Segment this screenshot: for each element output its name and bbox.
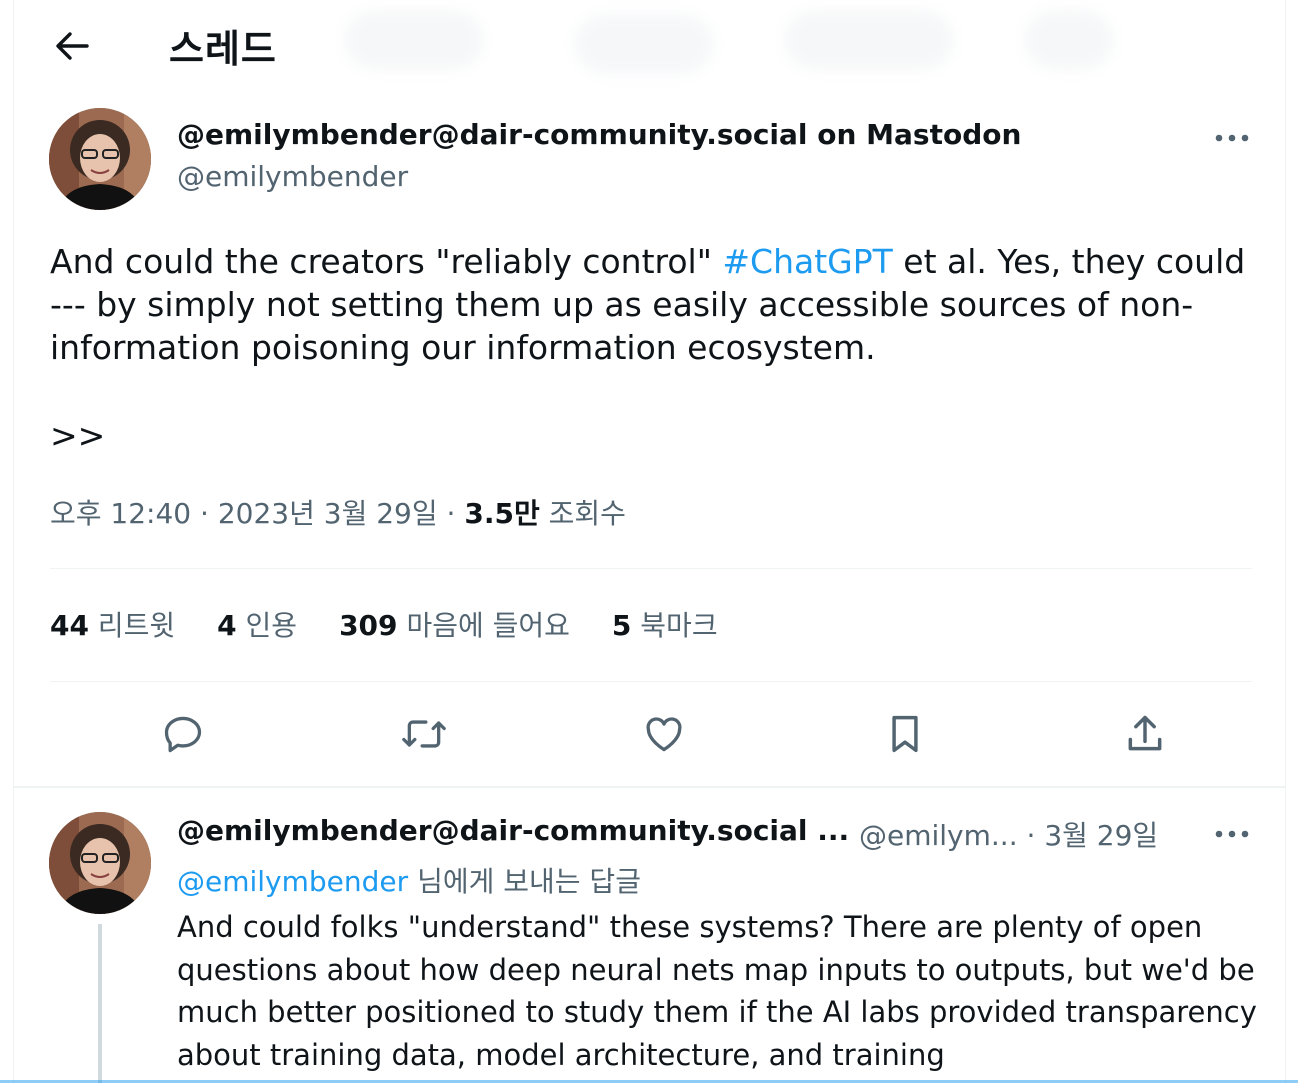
heart-icon — [646, 717, 682, 752]
reply-author-display-name[interactable]: @emilymbender@dair-community.social ... — [177, 814, 849, 847]
more-options-button[interactable] — [1210, 116, 1254, 160]
stat-value: 44 — [50, 609, 89, 642]
reply-more-options-button[interactable] — [1210, 812, 1254, 856]
blurred-nav-item — [344, 10, 484, 70]
bookmark-button[interactable] — [873, 702, 937, 766]
reply-date[interactable]: 3월 29일 — [1044, 819, 1158, 852]
blurred-nav-item — [784, 10, 954, 70]
tweet-text: And could the creators "reliably control… — [50, 240, 1250, 369]
stat-quotes[interactable]: 4 인용 — [217, 604, 297, 644]
author-display-name[interactable]: @emilymbender@dair-community.social on M… — [177, 118, 1021, 151]
stat-label: 북마크 — [640, 609, 718, 642]
profile-photo — [49, 108, 151, 210]
tweet-text-part: And could the creators "reliably control… — [50, 242, 723, 281]
divider — [14, 786, 1285, 788]
tweet-stats: 44 리트윗 4 인용 309 마음에 들어요 5 북마크 — [50, 604, 760, 644]
stat-label: 마음에 들어요 — [406, 609, 570, 642]
stat-label: 인용 — [245, 609, 298, 642]
tweet-meta: 오후 12:40 · 2023년 3월 29일 · 3.5만 조회수 — [50, 492, 626, 532]
divider — [50, 681, 1252, 682]
more-horizontal-icon — [1215, 134, 1249, 142]
share-button[interactable] — [1113, 702, 1177, 766]
replying-to-label: 님에게 보내는 답글 — [408, 865, 641, 898]
bookmark-icon — [892, 715, 918, 753]
thread-continuation: >> — [50, 416, 106, 455]
thread-header: 스레드 — [14, 0, 1285, 90]
thread-column: 스레드 @emilymbender@dair-community.social … — [13, 0, 1286, 1083]
stat-retweets[interactable]: 44 리트윗 — [50, 604, 175, 644]
reply-button[interactable] — [151, 702, 215, 766]
views-label: 조회수 — [548, 497, 626, 530]
profile-photo — [49, 812, 151, 914]
stat-value: 5 — [611, 609, 632, 642]
meta-separator: · — [446, 497, 465, 530]
arrow-left-icon — [56, 32, 89, 60]
meta-separator: · — [200, 497, 218, 530]
replying-to: @emilymbender 님에게 보내는 답글 — [177, 860, 641, 900]
divider — [50, 568, 1252, 569]
retweet-icon — [402, 720, 446, 748]
meta-separator: · — [1026, 819, 1045, 852]
reply-avatar[interactable] — [49, 812, 151, 914]
share-icon — [1128, 715, 1162, 751]
stat-value: 309 — [339, 609, 398, 642]
mention-link[interactable]: @emilymbender — [177, 865, 408, 898]
stat-likes[interactable]: 309 마음에 들어요 — [339, 604, 570, 644]
tweet-actions — [50, 702, 1252, 766]
reply-text: And could folks "understand" these syste… — [177, 910, 1257, 1072]
back-button[interactable] — [50, 24, 94, 68]
tweet-time[interactable]: 오후 12:40 — [50, 497, 191, 530]
retweet-button[interactable] — [392, 702, 456, 766]
hashtag-link[interactable]: #ChatGPT — [722, 242, 892, 281]
views-count: 3.5만 — [464, 497, 540, 530]
stat-label: 리트윗 — [97, 609, 176, 642]
blurred-nav-item — [574, 14, 714, 74]
blurred-nav-item — [1024, 10, 1114, 70]
stat-bookmarks[interactable]: 5 북마크 — [612, 604, 718, 644]
stat-value: 4 — [217, 609, 237, 642]
author-handle[interactable]: @emilymbender — [177, 160, 408, 193]
reply-icon — [164, 716, 202, 753]
more-horizontal-icon — [1215, 830, 1249, 838]
page-title: 스레드 — [169, 27, 277, 71]
thread-connector-line — [98, 924, 102, 1083]
avatar[interactable] — [49, 108, 151, 210]
reply-meta: @emilym... · 3월 29일 — [859, 814, 1158, 854]
reply-author-handle[interactable]: @emilym... — [859, 819, 1018, 852]
tweet-date[interactable]: 2023년 3월 29일 — [218, 497, 438, 530]
like-button[interactable] — [632, 702, 696, 766]
